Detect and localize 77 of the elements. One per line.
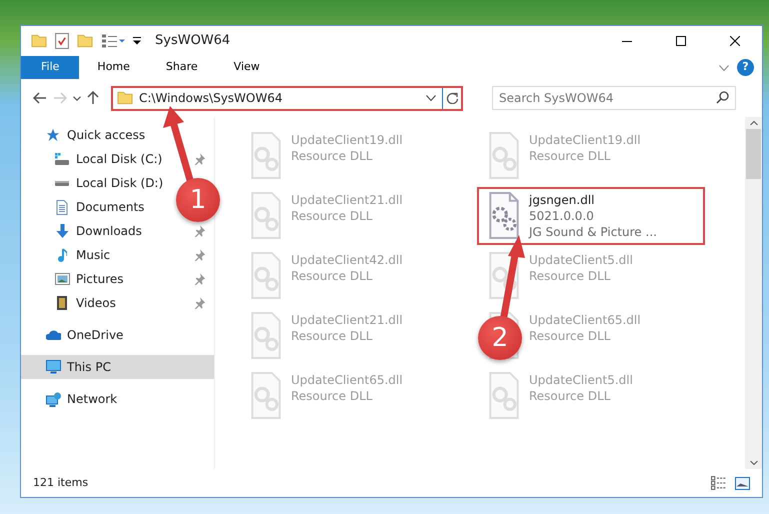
file-detail: JG Sound & Picture ...: [529, 224, 657, 240]
music-note-icon: [58, 248, 66, 262]
ribbon-tab[interactable]: Share: [148, 56, 216, 79]
large-icons-view-icon[interactable]: [735, 476, 750, 490]
dll-file-icon: [251, 372, 281, 419]
properties-icon[interactable]: [55, 33, 69, 49]
expand-ribbon-icon[interactable]: [719, 64, 729, 70]
folder-icon: [117, 91, 133, 105]
file-detail: Resource DLL: [291, 208, 372, 224]
file-tab[interactable]: File: [21, 56, 80, 79]
sidebar-item[interactable]: Quick access: [67, 126, 146, 144]
drive-icon: [55, 153, 69, 165]
dll-file-icon: [489, 372, 519, 419]
file-detail: 5021.0.0.0: [529, 208, 594, 224]
file-detail: Resource DLL: [529, 268, 610, 284]
refresh-button[interactable]: [442, 88, 461, 108]
dll-file-icon: [251, 192, 281, 239]
sidebar-item[interactable]: Pictures: [76, 270, 124, 288]
refresh-icon: [446, 92, 458, 104]
dll-file-icon: [251, 252, 281, 299]
window-title: SysWOW64: [155, 32, 230, 50]
up-icon[interactable]: [87, 91, 99, 105]
dll-file-icon: [251, 312, 281, 359]
help-button[interactable]: ?: [737, 59, 754, 76]
download-arrow-icon: [56, 224, 68, 238]
sidebar-item[interactable]: Downloads: [76, 222, 142, 240]
star-icon: [46, 128, 60, 142]
file-detail: Resource DLL: [529, 328, 610, 344]
ribbon-tab[interactable]: View: [216, 56, 278, 79]
monitor-icon: [46, 360, 60, 374]
picture-icon: [54, 273, 70, 285]
network-icon: [46, 392, 60, 406]
close-icon: [730, 36, 740, 46]
sidebar-item[interactable]: Local Disk (D:): [76, 174, 164, 192]
file-name[interactable]: jgsngen.dll: [529, 192, 595, 208]
back-icon[interactable]: [33, 92, 47, 104]
file-detail: Resource DLL: [291, 388, 372, 404]
sidebar-item[interactable]: Music: [76, 246, 110, 264]
cloud-icon: [46, 330, 60, 340]
search-field[interactable]: Search SysWOW64: [492, 86, 736, 110]
file-detail: Resource DLL: [291, 268, 372, 284]
sidebar-item[interactable]: Documents: [76, 198, 144, 216]
scrollbar-thumb[interactable]: [746, 129, 761, 179]
scroll-up-icon[interactable]: [750, 121, 758, 125]
sidebar-item[interactable]: Network: [67, 390, 118, 408]
drive-icon: [55, 180, 69, 186]
item-count: 121 items: [33, 474, 88, 491]
pin-icon[interactable]: [194, 153, 206, 165]
ribbon-tab[interactable]: Home: [79, 56, 148, 79]
scrollbar[interactable]: [745, 117, 762, 469]
sidebar-item[interactable]: Videos: [76, 294, 116, 312]
dll-file-icon: [251, 132, 281, 179]
view-menu-icon[interactable]: [101, 34, 125, 48]
scroll-down-icon[interactable]: [750, 461, 758, 465]
pin-icon[interactable]: [194, 249, 206, 261]
details-view-icon[interactable]: [711, 476, 727, 490]
maximize-icon: [676, 36, 686, 46]
file-detail: Resource DLL: [291, 328, 372, 344]
file-detail: Resource DLL: [291, 148, 372, 164]
minimize-icon: [622, 40, 632, 42]
sidebar-item[interactable]: This PC: [67, 358, 111, 376]
recent-locations-icon[interactable]: [73, 96, 81, 100]
address-bar[interactable]: C:\Windows\SysWOW64: [111, 86, 463, 110]
pin-icon[interactable]: [194, 273, 206, 285]
search-icon[interactable]: [716, 91, 729, 104]
sidebar-item[interactable]: Local Disk (C:): [76, 150, 162, 168]
sidebar-item[interactable]: OneDrive: [67, 326, 124, 344]
dropdown-icon[interactable]: [426, 95, 436, 101]
document-icon: [56, 200, 68, 214]
file-detail: Resource DLL: [529, 148, 610, 164]
customize-toolbar-icon[interactable]: [133, 37, 141, 45]
film-icon: [57, 296, 67, 310]
pin-icon[interactable]: [194, 297, 206, 309]
file-detail: Resource DLL: [529, 388, 610, 404]
dll-file-icon: [489, 132, 519, 179]
dll-file-icon: [489, 192, 519, 239]
pin-icon[interactable]: [194, 225, 206, 237]
